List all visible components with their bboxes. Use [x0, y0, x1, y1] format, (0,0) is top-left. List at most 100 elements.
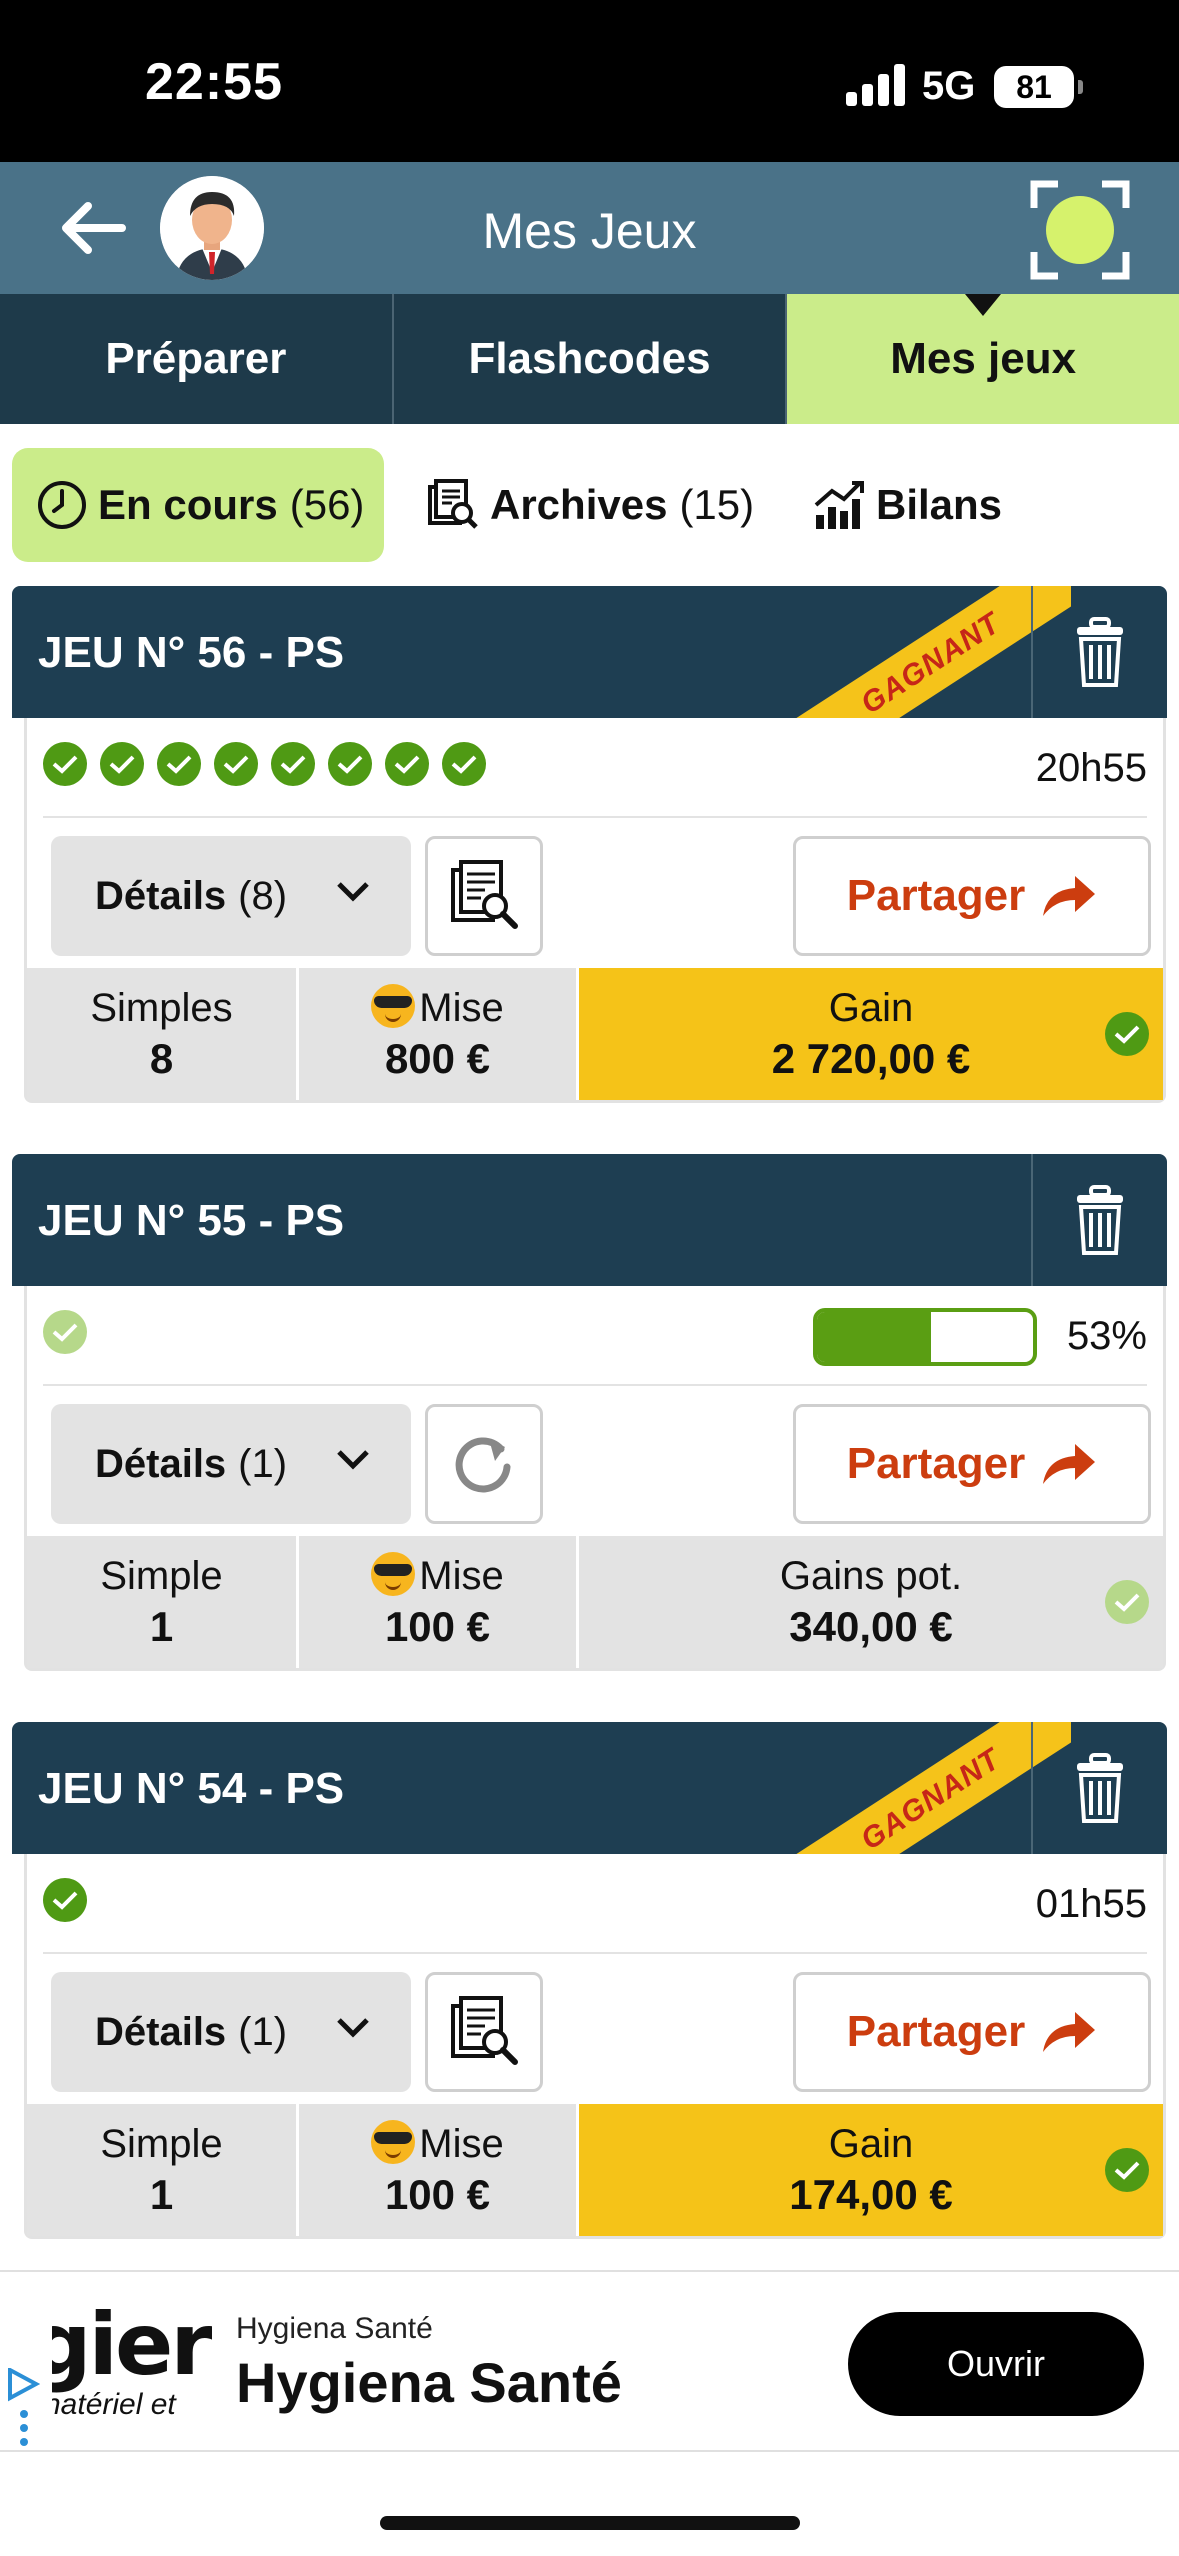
- card-stats: Simple 1 Mise 100 € Gain 174,00 €: [27, 2104, 1163, 2236]
- card-stats: Simple 1 Mise 100 € Gains pot. 340,00 €: [27, 1536, 1163, 1668]
- details-button[interactable]: Détails (1): [51, 1404, 411, 1524]
- stat-simples-value: 8: [149, 1034, 174, 1082]
- stat-mise: Mise 100 €: [299, 2104, 579, 2236]
- tab-flashcodes[interactable]: Flashcodes: [394, 294, 788, 424]
- game-card: JEU N° 54 - PS GAGNANT 01h55 Détails (1)…: [12, 1722, 1167, 2239]
- refresh-button[interactable]: [425, 1404, 543, 1524]
- subtab-archives[interactable]: Archives (15): [426, 448, 754, 562]
- clock-icon: [38, 481, 86, 529]
- card-stats: Simples 8 Mise 800 € Gain 2 720,00 €: [27, 968, 1163, 1100]
- stat-simples-value: 1: [149, 2170, 174, 2218]
- refresh-icon: [455, 1437, 511, 1493]
- ad-banner[interactable]: gier natériel et Hygiena Santé Hygiena S…: [0, 2270, 1179, 2452]
- stat-gains-pot: Gains pot. 340,00 €: [579, 1536, 1163, 1668]
- subtab-en-cours[interactable]: En cours (56): [12, 448, 385, 562]
- card-status-row: 01h55: [43, 1854, 1147, 1954]
- stat-simples: Simple 1: [27, 2104, 299, 2236]
- details-button[interactable]: Détails (1): [51, 1972, 411, 2092]
- stat-simples-value: 1: [149, 1602, 174, 1650]
- chevron-down-icon: [337, 882, 369, 902]
- check-icon: [214, 742, 258, 786]
- check-icon: [43, 1878, 87, 1922]
- details-button[interactable]: Détails (8): [51, 836, 411, 956]
- share-button[interactable]: Partager: [793, 1972, 1151, 2092]
- stat-gain-label: Gain: [828, 2121, 914, 2166]
- view-ticket-button[interactable]: [425, 1972, 543, 2092]
- home-indicator[interactable]: [380, 2516, 800, 2530]
- battery-level: 81: [1016, 68, 1052, 105]
- check-icon: [1105, 1580, 1149, 1624]
- stat-mise: Mise 800 €: [299, 968, 579, 1100]
- check-icon: [271, 742, 315, 786]
- details-label: Détails: [95, 2009, 227, 2054]
- stat-gains-value: 340,00 €: [789, 1602, 953, 1650]
- check-icon: [1105, 1012, 1149, 1056]
- stat-mise: Mise 100 €: [299, 1536, 579, 1668]
- card-actions: Détails (1) Partager: [27, 1386, 1163, 1524]
- details-label: Détails: [95, 1441, 227, 1486]
- details-count: (1): [238, 2009, 288, 2054]
- stat-gain-value: 2 720,00 €: [771, 1034, 971, 1082]
- view-ticket-button[interactable]: [425, 836, 543, 956]
- game-card: JEU N° 55 - PS 53% Détails (1) Partager: [12, 1154, 1167, 1671]
- share-arrow-icon: [1043, 2012, 1096, 2052]
- card-header: JEU N° 55 - PS: [12, 1154, 1167, 1286]
- check-icon: [43, 1310, 87, 1354]
- signal-icon: [846, 64, 906, 106]
- stat-mise-label: Mise: [419, 985, 504, 1030]
- winner-ribbon-label: GAGNANT: [756, 1722, 1071, 1854]
- share-button[interactable]: Partager: [793, 836, 1151, 956]
- stat-gain-value: 174,00 €: [789, 2170, 953, 2218]
- selection-checks: [43, 1878, 87, 1922]
- progress-label: 53%: [1066, 1314, 1147, 1358]
- trash-icon[interactable]: [1031, 586, 1167, 718]
- subtab-en-cours-label: En cours: [98, 481, 278, 528]
- share-label: Partager: [846, 1439, 1026, 1488]
- scan-icon[interactable]: [1028, 178, 1132, 282]
- ad-choices-icon[interactable]: [6, 2366, 41, 2448]
- winner-ribbon-label: GAGNANT: [756, 586, 1071, 718]
- tab-mes-jeux[interactable]: Mes jeux: [787, 294, 1179, 424]
- card-status-row: 20h55: [43, 718, 1147, 818]
- stat-simples-label: Simple: [100, 1553, 223, 1598]
- progress-fill: [817, 1312, 932, 1362]
- stat-mise-value: 100 €: [384, 2170, 491, 2218]
- details-count: (1): [238, 1441, 288, 1486]
- ad-logo-text: gier: [52, 2302, 212, 2395]
- subtab-archives-count: (15): [679, 481, 755, 528]
- card-actions: Détails (8) Partager: [27, 818, 1163, 956]
- share-arrow-icon: [1043, 1444, 1096, 1484]
- tab-preparer[interactable]: Préparer: [0, 294, 394, 424]
- document-search-icon: [451, 1996, 518, 2065]
- ad-advertiser: Hygiena Santé: [236, 2312, 433, 2345]
- card-title: JEU N° 55 - PS: [38, 1196, 345, 1245]
- trash-icon[interactable]: [1031, 1722, 1167, 1854]
- card-title: JEU N° 54 - PS: [38, 1764, 345, 1813]
- document-search-icon: [451, 860, 518, 929]
- card-header: JEU N° 54 - PS GAGNANT: [12, 1722, 1167, 1854]
- check-icon: [1105, 2148, 1149, 2192]
- subtab-bilans[interactable]: Bilans: [812, 448, 1014, 562]
- card-header: JEU N° 56 - PS GAGNANT: [12, 586, 1167, 718]
- ad-open-button[interactable]: Ouvrir: [848, 2312, 1144, 2416]
- details-label: Détails: [95, 873, 227, 918]
- check-icon: [100, 742, 144, 786]
- app-header: Mes Jeux: [0, 162, 1179, 294]
- sunglasses-emoji-icon: [371, 2120, 416, 2165]
- stat-mise-value: 800 €: [384, 1034, 491, 1082]
- share-arrow-icon: [1043, 876, 1096, 916]
- details-count: (8): [238, 873, 288, 918]
- share-button[interactable]: Partager: [793, 1404, 1151, 1524]
- chart-icon: [814, 481, 864, 529]
- game-time: 01h55: [1035, 1882, 1147, 1926]
- stat-gain-label: Gain: [828, 985, 914, 1030]
- trash-icon[interactable]: [1031, 1154, 1167, 1286]
- card-body: 20h55 Détails (8) Partager Simples 8 Mis…: [24, 718, 1166, 1103]
- check-icon: [328, 742, 372, 786]
- sunglasses-emoji-icon: [371, 984, 416, 1029]
- battery-icon: 81: [994, 66, 1083, 108]
- subtab-archives-label: Archives: [490, 481, 668, 528]
- card-body: 53% Détails (1) Partager Simple 1 Mise 1…: [24, 1286, 1166, 1671]
- card-actions: Détails (1) Partager: [27, 1954, 1163, 2092]
- archive-search-icon: [428, 479, 478, 529]
